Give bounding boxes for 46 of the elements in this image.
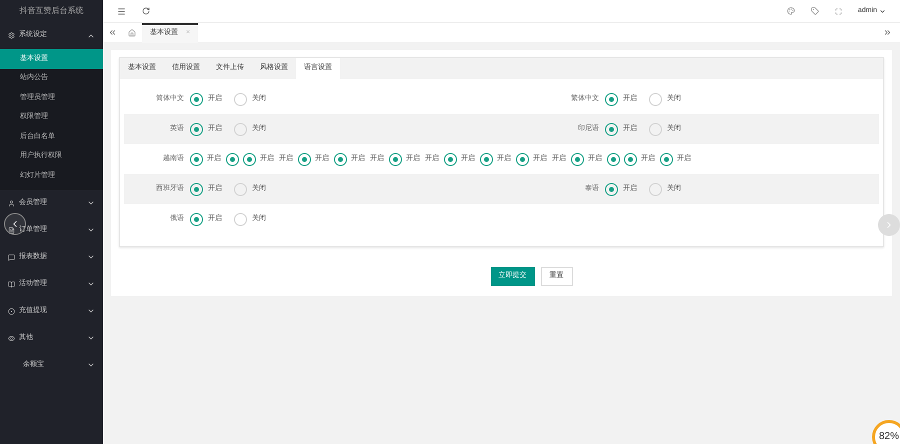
radio-button[interactable] (243, 152, 256, 166)
radio-button[interactable] (234, 212, 247, 226)
radio-button[interactable] (389, 152, 402, 166)
radio-button[interactable] (190, 182, 203, 196)
radio-button[interactable] (444, 152, 457, 166)
radio-button[interactable] (190, 152, 203, 166)
radio-button[interactable] (605, 92, 618, 106)
radio-button[interactable] (226, 152, 239, 166)
radio-button[interactable] (605, 122, 618, 136)
refresh-icon[interactable] (142, 7, 150, 15)
home-icon[interactable] (128, 28, 136, 36)
radio-button[interactable] (298, 152, 311, 166)
radio-button[interactable] (234, 182, 247, 196)
document-icon (8, 226, 15, 234)
chat-icon (8, 254, 15, 260)
radio-button[interactable] (190, 92, 203, 106)
radio-button[interactable] (607, 152, 620, 166)
user-icon (8, 200, 15, 206)
scroll-left-button[interactable] (4, 213, 26, 235)
tag-icon[interactable] (810, 7, 819, 15)
radio-button[interactable] (649, 182, 662, 196)
menu-icon[interactable] (117, 6, 126, 16)
palette-icon[interactable] (786, 7, 795, 15)
chevrons-left-icon[interactable] (108, 28, 117, 37)
radio-button[interactable] (234, 92, 247, 106)
radio-button[interactable] (234, 122, 247, 136)
radio-button[interactable] (605, 182, 618, 196)
chevrons-right-icon[interactable] (883, 28, 892, 37)
radio-button[interactable] (190, 212, 203, 226)
circle-icon (8, 308, 15, 314)
gear-icon (8, 32, 15, 39)
speed-badge: 82% (872, 420, 900, 444)
radio-button[interactable] (649, 92, 662, 106)
radio-button[interactable] (624, 152, 637, 166)
book-icon (8, 280, 15, 288)
fullscreen-icon[interactable] (834, 8, 842, 14)
radio-button[interactable] (571, 152, 584, 166)
radio-button[interactable] (649, 122, 662, 136)
radio-button[interactable] (660, 152, 673, 166)
radio-button[interactable] (334, 152, 347, 166)
caret-down-icon (879, 8, 886, 14)
radio-button[interactable] (480, 152, 493, 166)
app-title: 抖音互赞后台系统 (18, 5, 84, 17)
eye-icon (8, 334, 15, 342)
radio-button[interactable] (516, 152, 529, 166)
radio-button[interactable] (190, 122, 203, 136)
